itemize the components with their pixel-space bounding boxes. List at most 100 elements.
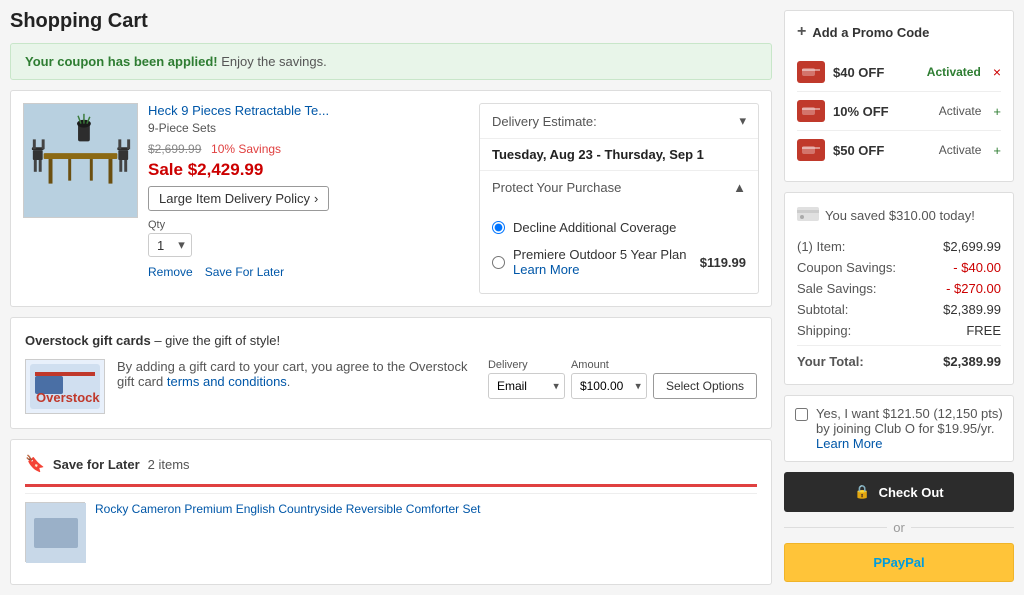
protect-content: Decline Additional Coverage Premiere Out…	[480, 204, 758, 293]
order-line-total: Your Total: $2,389.99	[797, 345, 1001, 372]
large-item-label: Large Item Delivery Policy	[159, 191, 310, 206]
amount-select-wrapper[interactable]: $25.00 $50.00 $100.00 $150.00 $200.00	[571, 373, 647, 399]
club-o-checkbox[interactable]	[795, 408, 808, 421]
promo-item-2: $50 OFF Activate +	[797, 131, 1001, 169]
delivery-header: Delivery Estimate: ▾	[480, 104, 758, 139]
club-o-inner: Yes, I want $121.50 (12,150 pts) by join…	[795, 406, 1003, 451]
order-value-0: $2,699.99	[943, 239, 1001, 254]
checkout-button[interactable]: 🔒 Check Out	[784, 472, 1014, 512]
promo-label-0: $40 OFF	[833, 65, 919, 80]
sidebar: + Add a Promo Code $40 OFF Activated × 1…	[784, 10, 1014, 585]
amount-select-group: Amount $25.00 $50.00 $100.00 $150.00 $20…	[571, 359, 647, 399]
gift-card-selects-row: Delivery Email Physical Amount	[488, 359, 757, 399]
select-options-button[interactable]: Select Options	[653, 373, 757, 399]
premiere-radio[interactable]	[492, 256, 505, 269]
delivery-chevron-icon: ▾	[739, 113, 746, 129]
qty-label: Qty	[148, 219, 469, 231]
protect-header[interactable]: Protect Your Purchase ▲	[480, 171, 758, 204]
order-value-2: - $270.00	[946, 281, 1001, 296]
order-label-4: Shipping:	[797, 323, 851, 338]
club-o-learn-more[interactable]: Learn More	[816, 436, 882, 451]
promo-item-1: 10% OFF Activate +	[797, 92, 1001, 131]
learn-more-link[interactable]: Learn More	[513, 262, 579, 277]
order-value-3: $2,389.99	[943, 302, 1001, 317]
save-later-divider	[25, 484, 757, 487]
delivery-select[interactable]: Email Physical	[488, 373, 565, 399]
checkout-label: Check Out	[879, 485, 944, 500]
savings-icon-row: You saved $310.00 today!	[797, 205, 1001, 226]
protect-label: Protect Your Purchase	[492, 180, 621, 195]
original-price: $2,699.99	[148, 142, 201, 156]
gift-card-image: Overstock	[25, 359, 105, 414]
lock-icon: 🔒	[854, 484, 870, 500]
promo-label-2: $50 OFF	[833, 143, 931, 158]
save-later-section: 🔖 Save for Later 2 items Rocky Cameron P…	[10, 439, 772, 585]
promo-label-1: 10% OFF	[833, 104, 931, 119]
delivery-date: Tuesday, Aug 23 - Thursday, Sep 1	[480, 139, 758, 171]
decline-label: Decline Additional Coverage	[513, 220, 676, 235]
promo-title-row: + Add a Promo Code	[797, 23, 1001, 41]
promo-tag-icon-2	[797, 139, 825, 161]
save-item-image	[25, 502, 85, 562]
delivery-estimate-label: Delivery Estimate:	[492, 114, 597, 129]
amount-select[interactable]: $25.00 $50.00 $100.00 $150.00 $200.00	[571, 373, 647, 399]
product-image	[23, 103, 138, 218]
order-label-0: (1) Item:	[797, 239, 845, 254]
product-title[interactable]: Heck 9 Pieces Retractable Te...	[148, 103, 469, 118]
promo-status-2: Activate	[939, 143, 982, 157]
product-row: Heck 9 Pieces Retractable Te... 9-Piece …	[23, 103, 759, 294]
gift-cards-bold: Overstock gift cards	[25, 333, 151, 348]
order-label-1: Coupon Savings:	[797, 260, 896, 275]
promo-action-1[interactable]: +	[993, 104, 1001, 119]
promo-action-2[interactable]: +	[993, 143, 1001, 158]
product-set: 9-Piece Sets	[148, 121, 469, 135]
premiere-option[interactable]: Premiere Outdoor 5 Year Plan Learn More …	[492, 241, 746, 283]
save-later-label: Save for Later	[53, 457, 140, 472]
action-links: Remove Save For Later	[148, 265, 469, 279]
order-value-4: FREE	[966, 323, 1001, 338]
gift-cards-body: Overstock By adding a gift card to your …	[25, 359, 757, 414]
saved-today-text: You saved $310.00 today!	[825, 208, 975, 223]
premiere-label: Premiere Outdoor 5 Year Plan Learn More	[513, 247, 692, 277]
page-wrapper: Shopping Cart Your coupon has been appli…	[0, 0, 1024, 595]
product-details: Heck 9 Pieces Retractable Te... 9-Piece …	[148, 103, 469, 294]
order-line-2: Sale Savings: - $270.00	[797, 278, 1001, 299]
order-label-3: Subtotal:	[797, 302, 848, 317]
save-item-title: Rocky Cameron Premium English Countrysid…	[95, 502, 480, 562]
order-line-1: Coupon Savings: - $40.00	[797, 257, 1001, 278]
order-total-label: Your Total:	[797, 354, 864, 369]
order-line-3: Subtotal: $2,389.99	[797, 299, 1001, 320]
save-for-later-link[interactable]: Save For Later	[205, 265, 284, 279]
main-content: Shopping Cart Your coupon has been appli…	[10, 10, 772, 585]
order-label-2: Sale Savings:	[797, 281, 877, 296]
qty-value: 1	[149, 235, 172, 256]
promo-title: Add a Promo Code	[812, 25, 929, 40]
decline-radio[interactable]	[492, 221, 505, 234]
coupon-banner: Your coupon has been applied! Enjoy the …	[10, 43, 772, 80]
promo-item-0: $40 OFF Activated ×	[797, 53, 1001, 92]
delivery-box: Delivery Estimate: ▾ Tuesday, Aug 23 - T…	[479, 103, 759, 294]
promo-status-0: Activated	[927, 65, 981, 79]
gift-cards-section: Overstock gift cards – give the gift of …	[10, 317, 772, 429]
club-o-text: Yes, I want $121.50 (12,150 pts) by join…	[816, 406, 1003, 451]
save-later-header: 🔖 Save for Later 2 items	[25, 454, 757, 474]
large-item-delivery-button[interactable]: Large Item Delivery Policy ›	[148, 186, 329, 211]
paypal-logo: PPayPal	[873, 554, 924, 571]
bookmark-icon: 🔖	[25, 454, 45, 474]
terms-link[interactable]: terms and conditions	[167, 374, 287, 389]
order-total-value: $2,389.99	[943, 354, 1001, 369]
paypal-button[interactable]: PPayPal	[784, 543, 1014, 582]
protect-chevron-icon: ▲	[733, 180, 746, 195]
qty-wrapper[interactable]: 1 ▾	[148, 233, 192, 257]
club-o-box: Yes, I want $121.50 (12,150 pts) by join…	[784, 395, 1014, 462]
decline-option[interactable]: Decline Additional Coverage	[492, 214, 746, 241]
save-later-count: 2 items	[148, 457, 190, 472]
qty-dropdown-arrow[interactable]: ▾	[172, 234, 191, 256]
remove-link[interactable]: Remove	[148, 265, 193, 279]
promo-tag-icon-0	[797, 61, 825, 83]
promo-close-0[interactable]: ×	[993, 64, 1001, 80]
sale-price: Sale $2,429.99	[148, 160, 469, 180]
promo-box: + Add a Promo Code $40 OFF Activated × 1…	[784, 10, 1014, 182]
delivery-select-wrapper[interactable]: Email Physical	[488, 373, 565, 399]
amount-label: Amount	[571, 359, 647, 371]
